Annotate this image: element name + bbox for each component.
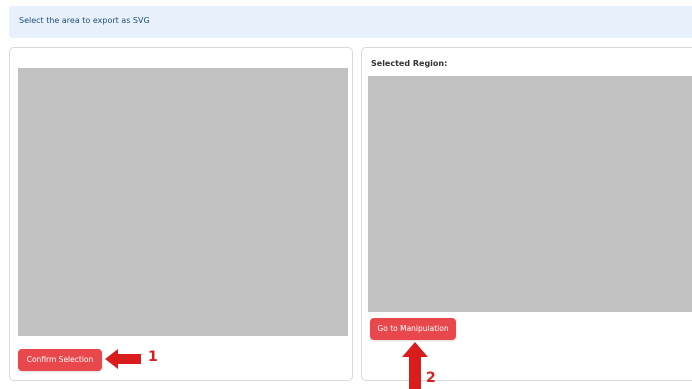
annotation-step-2: 2 (426, 370, 436, 386)
confirm-selection-button[interactable]: Confirm Selection (18, 349, 102, 371)
selected-region-preview (368, 76, 692, 312)
arrow-up-icon (402, 342, 428, 389)
selected-region-label: Selected Region: (371, 59, 448, 68)
annotation-step-1: 1 (148, 349, 158, 365)
banner-text: Select the area to export as SVG (19, 16, 150, 25)
selected-region-panel: Selected Region: Go to Manipulation (361, 47, 692, 381)
info-banner: Select the area to export as SVG (9, 6, 692, 38)
selection-panel: Confirm Selection (9, 47, 353, 381)
go-to-manipulation-button[interactable]: Go to Manipulation (370, 318, 456, 340)
selection-canvas[interactable] (18, 68, 348, 336)
arrow-left-icon (105, 349, 141, 369)
